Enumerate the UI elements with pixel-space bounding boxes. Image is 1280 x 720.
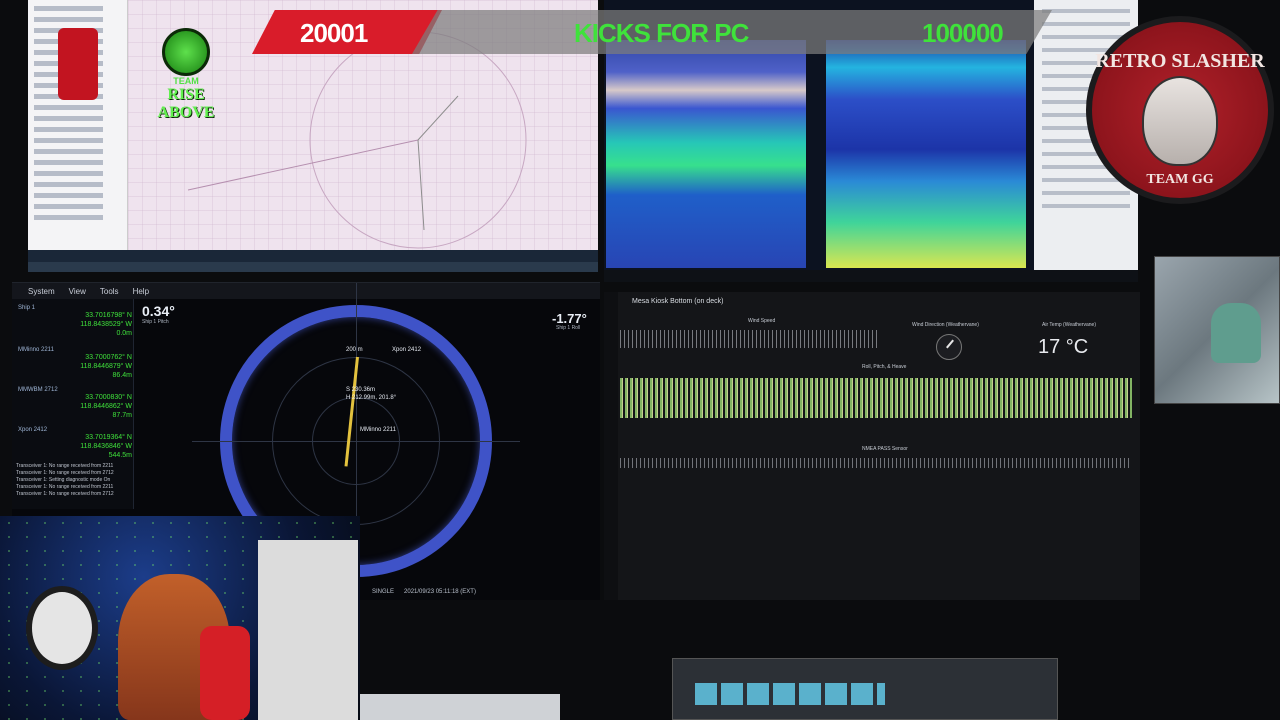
banner-center-text: KICKS FOR PC [574, 18, 749, 48]
sonar-slant-label: S 230.36m [346, 387, 376, 393]
log-line: Transceiver 1: Setting diagnostic mode O… [16, 477, 111, 483]
ship-entry[interactable]: MMinno 2211 33.7000762° N 118.8446879° W… [18, 347, 132, 380]
log-line: Transceiver 1: No range received from 22… [16, 463, 114, 469]
ship-depth: 86.4m [112, 372, 132, 379]
camera-subject [1211, 303, 1261, 363]
wind-direction-label: Wind Direction (Weathervane) [912, 322, 979, 328]
ship-latitude: 33.7000762° N [85, 354, 132, 361]
gaming-chair [200, 626, 250, 720]
wind-speed-chart [620, 330, 878, 348]
spectrogram-panel-a [606, 40, 806, 268]
laptop-screen [360, 694, 560, 720]
ship-entry[interactable]: Xpon 2412 33.7019364° N 118.8436846° W 5… [18, 427, 132, 460]
dashboard-title: Mesa Kiosk Bottom (on deck) [632, 298, 724, 305]
ship-depth: 87.7m [112, 412, 132, 419]
ship-longitude: 118.8446862° W [80, 403, 132, 410]
banner-right-value: 100000 [922, 18, 1004, 48]
retro-slasher-subtitle: TEAM GG [1146, 172, 1214, 187]
ship-longitude: 118.8438529° W [80, 321, 132, 328]
status-timestamp: 2021/09/23 05:11:18 (EXT) [404, 589, 476, 595]
control-panel-bars [695, 683, 885, 705]
ship-longitude: 118.8436846° W [80, 443, 132, 450]
team-rise-above-line2: RISE ABOVE [157, 86, 215, 121]
air-temp-value: 17 °C [1038, 336, 1089, 358]
roll-pitch-heave-chart [620, 378, 1132, 418]
stream-overlay-scene: 20001 KICKS FOR PC 100000 TEAM RISE ABOV… [0, 0, 1280, 720]
map-bearing-line [417, 95, 459, 141]
log-line: Transceiver 1: No range received from 22… [16, 484, 114, 490]
roll-label: Ship 1 Roll [556, 325, 581, 331]
wind-direction-gauge [936, 334, 962, 360]
nav-menu-bar: System View Tools Help [12, 283, 600, 299]
ship-depth: 544.5m [108, 452, 132, 459]
log-line: Transceiver 1: No range received from 27… [16, 470, 114, 476]
map-depth-line [417, 139, 425, 231]
sonar-range-label: 200 m [346, 347, 363, 353]
spectrogram-panel-b [826, 40, 1026, 268]
air-temp-label: Air Temp (Weathervane) [1042, 322, 1097, 328]
menu-help[interactable]: Help [133, 287, 149, 296]
status-mode: SINGLE [372, 589, 395, 595]
retro-slasher-title: RETRO SLASHER [1095, 50, 1265, 72]
windows-taskbar-left[interactable] [28, 250, 598, 262]
secondary-camera-feed [1154, 256, 1280, 404]
log-line: Transceiver 1: No range received from 27… [16, 491, 114, 497]
ship-latitude: 33.7000830° N [85, 394, 132, 401]
retro-slasher-logo: RETRO SLASHER TEAM GG [1086, 16, 1274, 204]
banner-left-value: 20001 [300, 18, 368, 48]
team-rise-above-logo: TEAM RISE ABOVE [148, 28, 224, 121]
sonar-ship-label: MMinno 2211 [360, 427, 396, 433]
ship-depth: 0.0m [116, 330, 132, 337]
sensor-dashboard-monitor: Mesa Kiosk Bottom (on deck) Wind Speed W… [604, 292, 1140, 600]
ship-longitude: 118.8446879° W [80, 363, 132, 370]
pitch-readout: 0.34° [142, 303, 175, 319]
team-rise-above-line1: TEAM [173, 76, 199, 86]
windows-taskbar-right[interactable] [604, 270, 1138, 282]
webcam-shelf [258, 540, 358, 720]
nav-status-bar: SINGLE 2021/09/23 05:11:18 (EXT) [372, 585, 600, 599]
sonar-target-label: Xpon 2412 [392, 347, 422, 353]
channel-logo-small [58, 28, 98, 100]
roll-readout: -1.77° [552, 311, 587, 326]
ship-latitude: 33.7019364° N [85, 434, 132, 441]
map-track-line [187, 139, 419, 191]
ship-latitude: 33.7016798° N [85, 312, 132, 319]
sonar-horizontal-label: H 212.99m, 201.8° [346, 395, 397, 401]
streamer-webcam [0, 516, 360, 720]
menu-tools[interactable]: Tools [100, 287, 119, 296]
wind-speed-label: Wind Speed [748, 318, 776, 324]
fist-icon [162, 28, 210, 76]
hockey-mask-icon [1142, 76, 1218, 166]
menu-system[interactable]: System [28, 287, 55, 296]
desk-control-panel [672, 658, 1058, 720]
ship-entry[interactable]: MMWBM 2712 33.7000830° N 118.8446862° W … [18, 387, 132, 420]
nmea-label: NMEA PASS Sensor [862, 446, 908, 452]
stream-goal-banner: 20001 KICKS FOR PC 100000 [252, 10, 1052, 54]
roll-pitch-heave-label: Roll, Pitch, & Heave [862, 364, 907, 370]
menu-view[interactable]: View [69, 287, 86, 296]
nmea-chart [620, 458, 1132, 468]
ghostface-mask-decoration [26, 586, 98, 670]
ship-entry[interactable]: Ship 1 33.7016798° N 118.8438529° W 0.0m [18, 305, 132, 338]
pitch-label: Ship 1 Pitch [142, 319, 169, 325]
